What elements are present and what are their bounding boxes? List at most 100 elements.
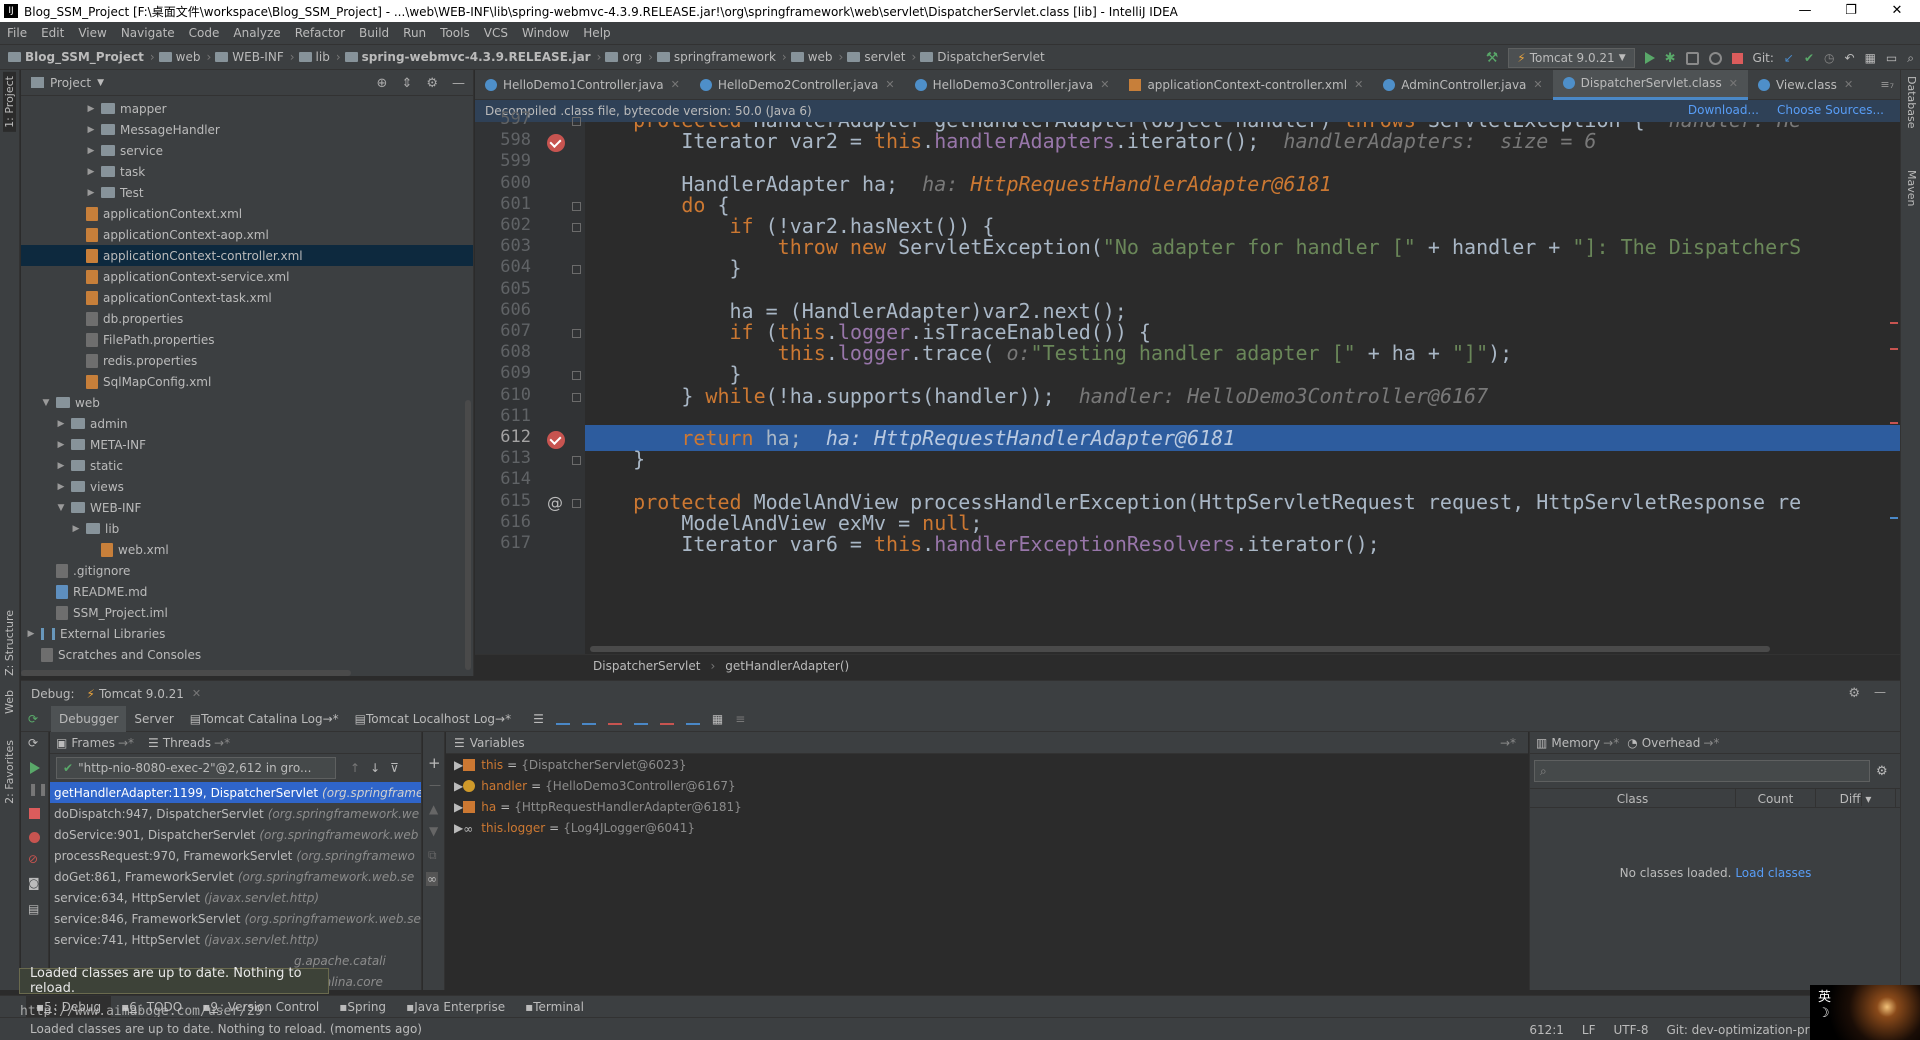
collapsed-arrow-icon[interactable]: ▶: [85, 167, 97, 177]
diff-column-header[interactable]: Diff ▾: [1816, 789, 1896, 807]
stack-frame[interactable]: doDispatch:947, DispatcherServlet (org.sp…: [50, 803, 421, 824]
database-tool-button[interactable]: Database: [1905, 76, 1918, 129]
menu-item-run[interactable]: Run: [396, 26, 433, 40]
project-tree-item[interactable]: .gitignore: [21, 560, 473, 581]
project-tree-item[interactable]: ▶ lib: [21, 518, 473, 539]
overhead-tab[interactable]: ◔ Overhead →*: [1627, 736, 1719, 750]
expanded-arrow-icon[interactable]: ▼: [40, 398, 52, 408]
project-tree-item[interactable]: SqlMapConfig.xml: [21, 371, 473, 392]
locate-icon[interactable]: ⊕: [377, 76, 388, 91]
project-tree-item[interactable]: SSM_Project.iml: [21, 602, 473, 623]
minimize-button[interactable]: —: [1782, 0, 1828, 22]
layout-icon[interactable]: ▤: [28, 902, 41, 916]
project-tree-item[interactable]: FilePath.properties: [21, 329, 473, 350]
menu-item-tools[interactable]: Tools: [433, 26, 477, 40]
editor-tab[interactable]: DispatcherServlet.class ✕: [1552, 69, 1748, 100]
project-tree-item[interactable]: ▼ web: [21, 392, 473, 413]
run-icon[interactable]: [1644, 52, 1655, 64]
stack-frame[interactable]: getHandlerAdapter:1199, DispatcherServle…: [50, 782, 421, 803]
project-tree-item[interactable]: ▶ MessageHandler: [21, 119, 473, 140]
gear-icon[interactable]: ⚙: [1876, 764, 1888, 779]
copy-icon[interactable]: ⧉: [428, 848, 437, 863]
pin-icon[interactable]: →*: [323, 712, 339, 726]
ime-indicator[interactable]: 英 ☽: [1818, 990, 1831, 1022]
code-editor[interactable]: protected HandlerAdapter getHandlerAdapt…: [585, 122, 1900, 654]
refresh-icon[interactable]: ⟳: [28, 736, 41, 750]
close-tab-icon[interactable]: ✕: [1844, 78, 1853, 91]
presentation-icon[interactable]: ▭: [1886, 51, 1897, 65]
collapsed-arrow-icon[interactable]: ▶: [85, 125, 97, 135]
editor-tab[interactable]: HelloDemo3Controller.java ✕: [905, 70, 1120, 100]
project-tree-item[interactable]: ▶ External Libraries: [21, 623, 473, 644]
show-execution-point-icon[interactable]: ☰: [533, 712, 544, 726]
debug-tab-tomcat-catalina-log[interactable]: ▤ Tomcat Catalina Log →*: [182, 706, 347, 732]
hide-panel-icon[interactable]: —: [452, 76, 465, 91]
close-tab-icon[interactable]: ✕: [671, 78, 680, 91]
close-icon[interactable]: ✕: [192, 687, 201, 700]
view-breakpoints-icon[interactable]: [29, 832, 40, 843]
nav-crumb[interactable]: DispatcherServlet: [920, 50, 1045, 64]
tool-window-button[interactable]: ▪ Java Enterprise: [396, 996, 515, 1018]
profile-icon[interactable]: [1708, 51, 1722, 65]
project-vscrollbar[interactable]: [465, 400, 471, 670]
status-message[interactable]: Loaded classes are up to date. Nothing t…: [30, 1022, 422, 1036]
coverage-icon[interactable]: [1685, 51, 1699, 65]
pause-icon[interactable]: ❚❚: [28, 782, 48, 796]
expand-arrow-icon[interactable]: ▶: [454, 779, 463, 793]
memory-search-input[interactable]: ⌕: [1534, 760, 1870, 782]
project-structure-icon[interactable]: ▦: [1865, 51, 1876, 65]
menu-item-vcs[interactable]: VCS: [477, 26, 515, 40]
editor-hscrollbar[interactable]: [590, 646, 1770, 652]
menu-item-refactor[interactable]: Refactor: [288, 26, 352, 40]
stack-frame[interactable]: service:741, HttpServlet (javax.servlet.h…: [50, 929, 421, 950]
menu-item-edit[interactable]: Edit: [34, 26, 71, 40]
previous-frame-icon[interactable]: ↑: [350, 761, 360, 775]
maven-tool-button[interactable]: Maven: [1905, 170, 1918, 206]
expanded-arrow-icon[interactable]: ▼: [55, 503, 67, 513]
tool-window-button[interactable]: ▪ Terminal: [515, 996, 594, 1018]
nav-crumb[interactable]: web ›: [790, 50, 843, 64]
project-tree-item[interactable]: applicationContext.xml: [21, 203, 473, 224]
tool-window-button[interactable]: ▪ Spring: [329, 996, 396, 1018]
class-column-header[interactable]: Class: [1530, 789, 1736, 807]
variable-row[interactable]: ▶ this = {DispatcherServlet@6023}: [446, 754, 1528, 775]
collapsed-arrow-icon[interactable]: ▶: [85, 188, 97, 198]
structure-tool-button[interactable]: Z: Structure: [3, 610, 16, 676]
count-column-header[interactable]: Count: [1736, 789, 1816, 807]
menu-item-navigate[interactable]: Navigate: [114, 26, 182, 40]
caret-position[interactable]: 612:1: [1529, 1023, 1564, 1037]
project-view-select[interactable]: Project: [50, 76, 91, 90]
pin-icon[interactable]: →*: [1500, 736, 1516, 750]
tab-overflow-icon[interactable]: ≡₇: [1880, 78, 1894, 91]
project-tree-item[interactable]: redis.properties: [21, 350, 473, 371]
expand-arrow-icon[interactable]: ▶: [454, 821, 463, 835]
project-tree-item[interactable]: ▶ Test: [21, 182, 473, 203]
collapsed-arrow-icon[interactable]: ▶: [55, 440, 67, 450]
nav-crumb[interactable]: lib ›: [298, 50, 341, 64]
search-icon[interactable]: ⌕: [1907, 51, 1914, 66]
hide-panel-icon[interactable]: —: [1874, 685, 1886, 699]
line-separator[interactable]: LF: [1582, 1023, 1596, 1037]
menu-item-build[interactable]: Build: [352, 26, 396, 40]
breakpoint-icon[interactable]: [547, 431, 565, 449]
web-tool-button[interactable]: Web: [3, 690, 16, 714]
camera-icon[interactable]: ◙: [28, 876, 41, 890]
mute-breakpoints-icon[interactable]: ⊘: [28, 852, 41, 866]
breakpoint-icon[interactable]: [547, 134, 565, 153]
project-tree-item[interactable]: Scratches and Consoles: [21, 644, 473, 665]
step-into-icon[interactable]: [581, 713, 596, 725]
fold-marker-icon[interactable]: [572, 223, 581, 232]
project-tree-item[interactable]: ▶ META-INF: [21, 434, 473, 455]
fold-marker-icon[interactable]: [572, 456, 581, 466]
editor-tab[interactable]: HelloDemo1Controller.java ✕: [475, 70, 690, 100]
collapsed-arrow-icon[interactable]: ▶: [25, 629, 37, 639]
stop-icon[interactable]: [29, 808, 40, 819]
force-step-into-icon[interactable]: [607, 713, 622, 725]
project-tree-item[interactable]: ▶ task: [21, 161, 473, 182]
new-watch-icon[interactable]: +: [428, 754, 441, 772]
collapsed-arrow-icon[interactable]: ▶: [70, 524, 82, 534]
project-tree-item[interactable]: ▶ admin: [21, 413, 473, 434]
project-tree-item[interactable]: ▶ static: [21, 455, 473, 476]
collapsed-arrow-icon[interactable]: ▶: [55, 461, 67, 471]
project-tool-button[interactable]: 1: Project: [3, 72, 16, 132]
